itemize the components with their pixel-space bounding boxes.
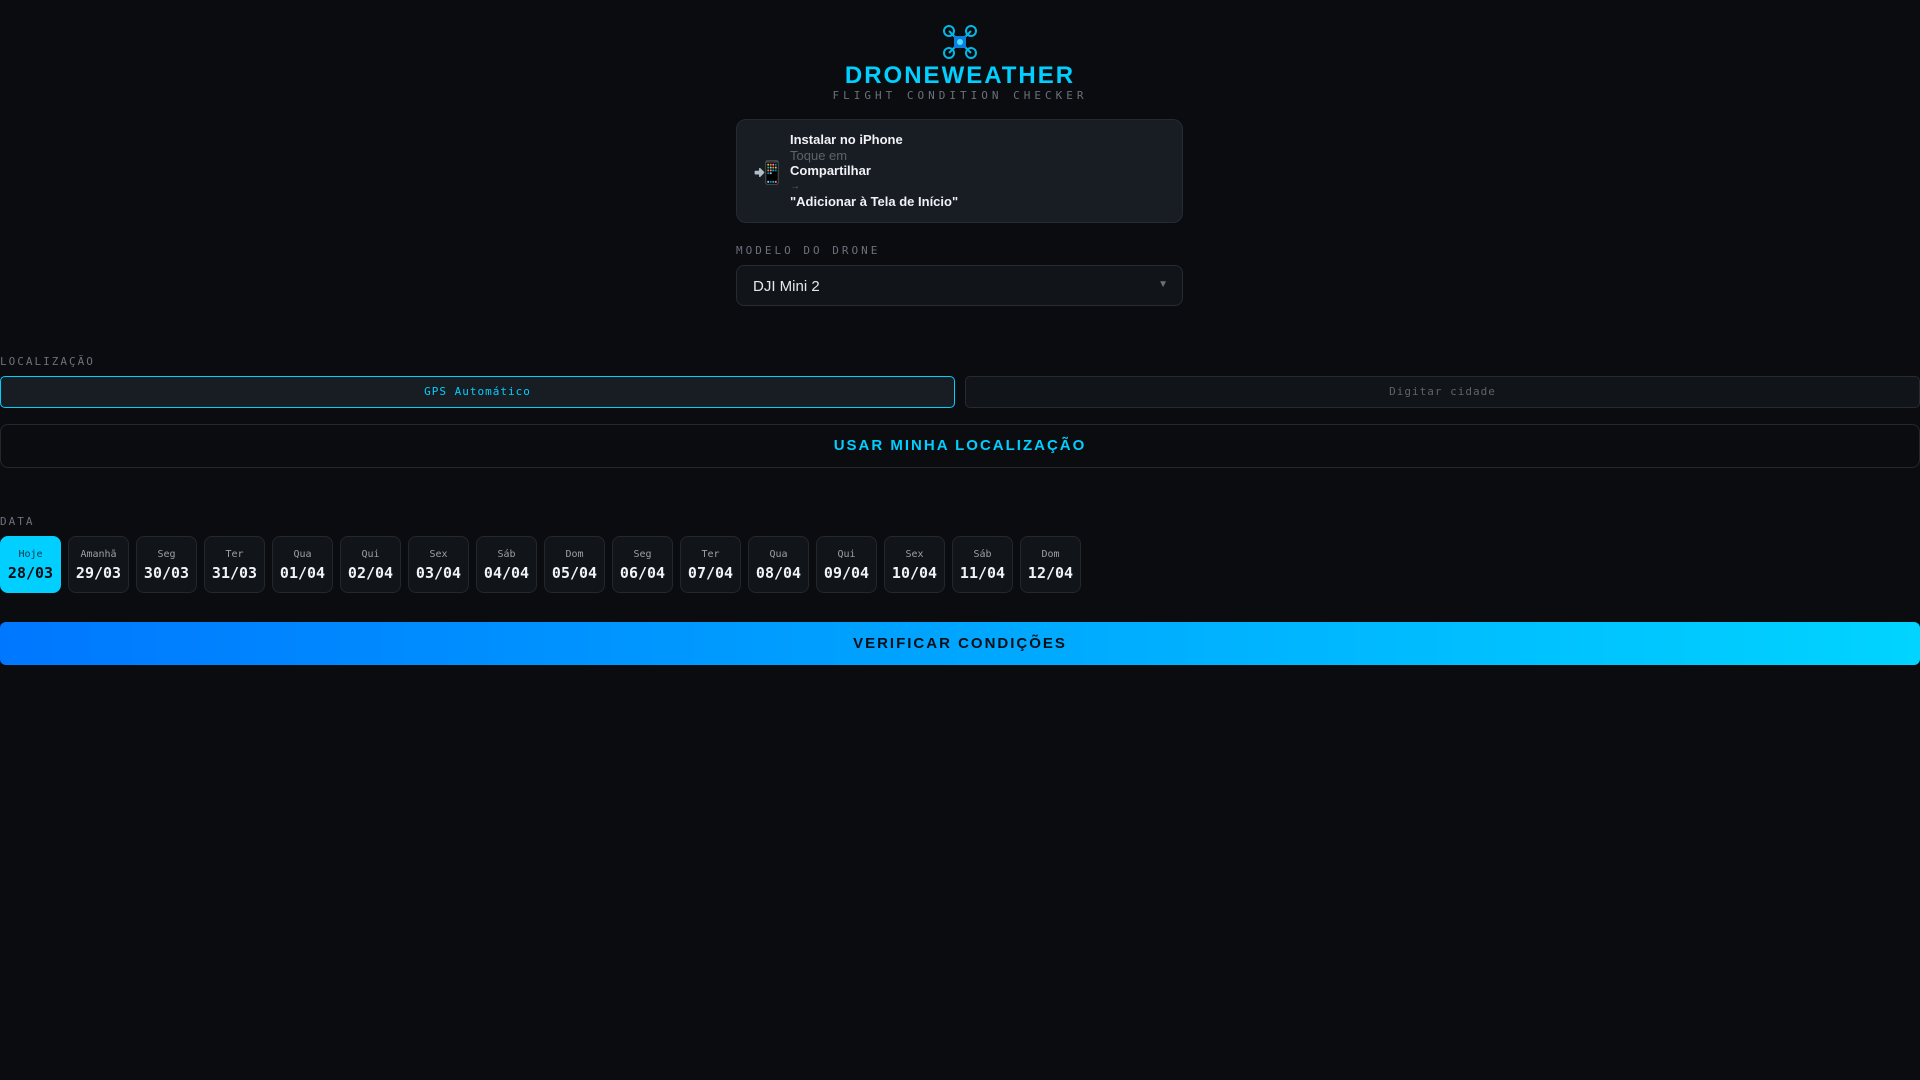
date-chip-day: Qui: [837, 549, 856, 560]
date-chip[interactable]: Amanhã 29/03: [68, 536, 129, 593]
drone-model-select[interactable]: DJI Mini 2 ▼: [736, 265, 1183, 306]
date-chip-date: 05/04: [551, 564, 598, 582]
install-line1: Toque em: [790, 147, 848, 163]
date-chip[interactable]: Qui 02/04: [340, 536, 401, 593]
date-chip-date: 06/04: [619, 564, 666, 582]
date-chip-day: Sáb: [973, 549, 992, 560]
app-title: DRONEWEATHER: [844, 62, 1076, 89]
install-arrow: →: [790, 180, 800, 192]
date-chip-day: Qui: [361, 549, 380, 560]
phone-install-icon: 📲: [753, 160, 781, 185]
type-city-tab[interactable]: Digitar cidade: [965, 376, 1920, 408]
date-chip[interactable]: Seg 30/03: [136, 536, 197, 593]
date-chip-date: 12/04: [1027, 564, 1074, 582]
date-chip[interactable]: Sáb 04/04: [476, 536, 537, 593]
location-label: LOCALIZAÇÃO: [0, 355, 95, 368]
date-chip[interactable]: Hoje 28/03: [0, 536, 61, 593]
install-title: Instalar no iPhone: [790, 132, 903, 147]
date-chip-date: 31/03: [211, 564, 258, 582]
date-chip-date: 30/03: [143, 564, 190, 582]
date-chip-day: Qua: [769, 549, 788, 560]
date-chip-day: Sáb: [497, 549, 516, 560]
date-chip-date: 11/04: [959, 564, 1006, 582]
date-picker: Hoje 28/03 Amanhã 29/03 Seg 30/03 Ter 31/03 Qua 0…: [0, 536, 1081, 593]
install-banner: 📲 Instalar no iPhone Toque em Compartilh…: [736, 119, 1183, 223]
verify-conditions-button[interactable]: VERIFICAR CONDIÇÕES: [0, 622, 1920, 665]
date-chip-day: Seg: [633, 549, 652, 560]
date-chip[interactable]: Seg 06/04: [612, 536, 673, 593]
date-chip-day: Ter: [701, 549, 720, 560]
date-chip-day: Ter: [225, 549, 244, 560]
date-chip-date: 29/03: [75, 564, 122, 582]
install-line2: Compartilhar: [790, 163, 871, 178]
date-chip[interactable]: Sex 03/04: [408, 536, 469, 593]
drone-model-label: MODELO DO DRONE: [736, 244, 881, 257]
date-chip-day: Amanhã: [80, 549, 117, 560]
date-chip-day: Seg: [157, 549, 176, 560]
drone-model-value: DJI Mini 2: [753, 278, 820, 295]
date-chip-date: 10/04: [891, 564, 938, 582]
date-label: DATA: [0, 515, 35, 528]
drone-logo-icon: [943, 25, 977, 59]
app-subtitle: FLIGHT CONDITION CHECKER: [832, 89, 1088, 102]
date-chip[interactable]: Ter 31/03: [204, 536, 265, 593]
gps-auto-tab[interactable]: GPS Automático: [0, 376, 955, 408]
date-chip[interactable]: Dom 05/04: [544, 536, 605, 593]
date-chip-day: Hoje: [18, 549, 43, 560]
date-chip-date: 01/04: [279, 564, 326, 582]
date-chip-day: Qua: [293, 549, 312, 560]
date-chip-date: 03/04: [415, 564, 462, 582]
date-chip-date: 02/04: [347, 564, 394, 582]
date-chip-date: 04/04: [483, 564, 530, 582]
date-chip-date: 08/04: [755, 564, 802, 582]
date-chip-date: 07/04: [687, 564, 734, 582]
date-chip[interactable]: Qua 01/04: [272, 536, 333, 593]
install-line3: "Adicionar à Tela de Início": [790, 194, 959, 209]
date-chip[interactable]: Sex 10/04: [884, 536, 945, 593]
date-chip-date: 09/04: [823, 564, 870, 582]
date-chip-day: Sex: [905, 549, 924, 560]
date-chip[interactable]: Qui 09/04: [816, 536, 877, 593]
date-chip-date: 28/03: [7, 564, 54, 582]
date-chip-day: Sex: [429, 549, 448, 560]
date-chip[interactable]: Qua 08/04: [748, 536, 809, 593]
date-chip-day: Dom: [1041, 549, 1060, 560]
date-chip[interactable]: Ter 07/04: [680, 536, 741, 593]
date-chip-day: Dom: [565, 549, 584, 560]
date-chip[interactable]: Dom 12/04: [1020, 536, 1081, 593]
chevron-down-icon: ▼: [1158, 279, 1168, 290]
use-my-location-button[interactable]: USAR MINHA LOCALIZAÇÃO: [0, 424, 1920, 468]
date-chip[interactable]: Sáb 11/04: [952, 536, 1013, 593]
